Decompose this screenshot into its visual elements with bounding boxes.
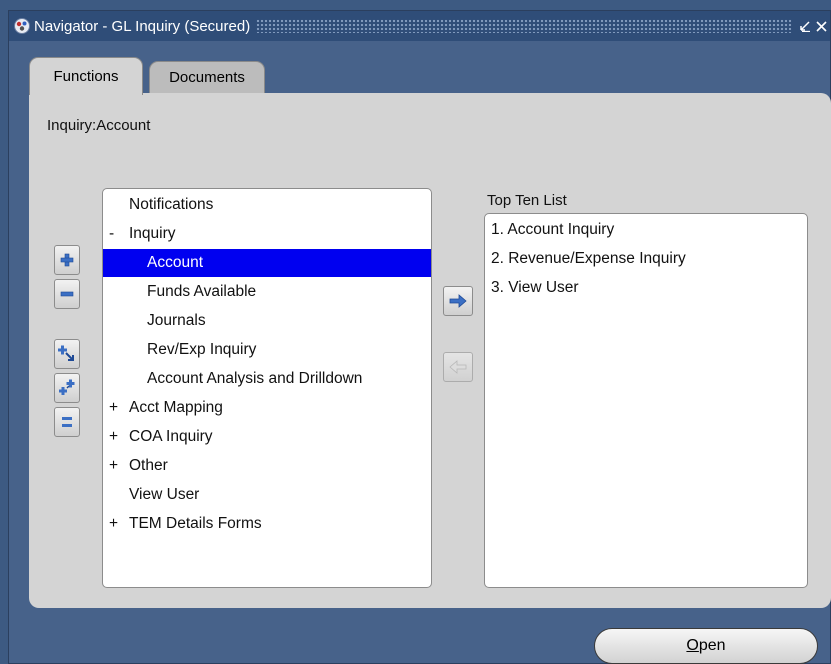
expand-branch-button[interactable] (54, 339, 80, 369)
tree-item-label: Inquiry (129, 225, 176, 242)
function-tree-list[interactable]: Notifications - Inquiry Account Funds Availa… (102, 188, 432, 588)
expand-all-icon (59, 379, 75, 395)
top-ten-item[interactable]: 2. Revenue/Expense Inquiry (491, 245, 686, 273)
plus-icon (60, 253, 74, 267)
tree-item-label: Account (147, 254, 204, 271)
open-button-label: pen (698, 637, 726, 654)
minimize-icon[interactable] (798, 17, 812, 35)
tree-expand-indicator[interactable]: + (109, 399, 125, 417)
tree-item-label: Acct Mapping (129, 399, 223, 416)
window-title: Navigator - GL Inquiry (Secured) (34, 17, 251, 35)
add-to-top-ten-button[interactable] (443, 286, 473, 316)
breadcrumb: Inquiry:Account (47, 117, 151, 134)
tree-expand-indicator[interactable]: - (109, 225, 125, 243)
tree-item[interactable]: Account Analysis and Drilldown (103, 365, 431, 393)
navigator-window: Navigator - GL Inquiry (Secured) Functio… (8, 10, 831, 664)
tab-documents[interactable]: Documents (149, 61, 265, 93)
oracle-navigator-icon (14, 18, 30, 34)
arrow-right-icon (449, 294, 467, 308)
tree-item[interactable]: + COA Inquiry (103, 423, 431, 451)
minus-icon (60, 291, 74, 297)
tree-item-label: Account Analysis and Drilldown (147, 370, 363, 387)
functions-panel: Inquiry:Account Notifications - Inquiry … (29, 93, 831, 608)
top-ten-label: Top Ten List (487, 192, 567, 209)
collapse-all-button[interactable] (54, 407, 80, 437)
arrow-left-icon (449, 360, 467, 374)
tree-item[interactable]: - Inquiry (103, 220, 431, 248)
title-bar[interactable]: Navigator - GL Inquiry (Secured) (9, 11, 830, 41)
tree-item[interactable]: + TEM Details Forms (103, 510, 431, 538)
tree-item-label: View User (129, 486, 200, 503)
tree-item-label: COA Inquiry (129, 428, 213, 445)
tab-functions-label: Functions (53, 68, 119, 85)
collapse-all-icon (62, 417, 72, 427)
tree-item-label: Other (129, 457, 168, 474)
tab-functions[interactable]: Functions (29, 57, 143, 95)
tree-item[interactable]: Journals (103, 307, 431, 335)
top-ten-item[interactable]: 3. View User (491, 274, 579, 302)
open-button-mnemonic: O (686, 637, 699, 654)
tree-item-label: Funds Available (147, 283, 257, 300)
tree-item-label: TEM Details Forms (129, 515, 262, 532)
top-ten-item[interactable]: 1. Account Inquiry (491, 216, 614, 244)
tree-item-selected[interactable]: Account (103, 249, 431, 277)
collapse-button[interactable] (54, 279, 80, 309)
tree-item[interactable]: + Other (103, 452, 431, 480)
expand-button[interactable] (54, 245, 80, 275)
tree-item[interactable]: Notifications (103, 191, 431, 219)
expand-branch-icon (58, 345, 74, 361)
tree-item[interactable]: + Acct Mapping (103, 394, 431, 422)
tree-item-label: Notifications (129, 196, 214, 213)
close-icon[interactable] (814, 17, 828, 35)
tree-item[interactable]: Funds Available (103, 278, 431, 306)
open-button[interactable]: Open (594, 628, 818, 664)
top-ten-list[interactable]: 1. Account Inquiry 2. Revenue/Expense Inq… (484, 213, 808, 588)
tab-documents-label: Documents (169, 69, 245, 86)
remove-from-top-ten-button[interactable] (443, 352, 473, 382)
tree-expand-indicator[interactable]: + (109, 457, 125, 475)
tree-item[interactable]: View User (103, 481, 431, 509)
tree-item-label: Journals (147, 312, 206, 329)
tree-expand-indicator[interactable]: + (109, 428, 125, 446)
tree-item[interactable]: Rev/Exp Inquiry (103, 336, 431, 364)
title-bar-grip (256, 19, 792, 33)
expand-all-button[interactable] (54, 373, 80, 403)
tree-expand-indicator[interactable]: + (109, 515, 125, 533)
tree-item-label: Rev/Exp Inquiry (147, 341, 257, 358)
